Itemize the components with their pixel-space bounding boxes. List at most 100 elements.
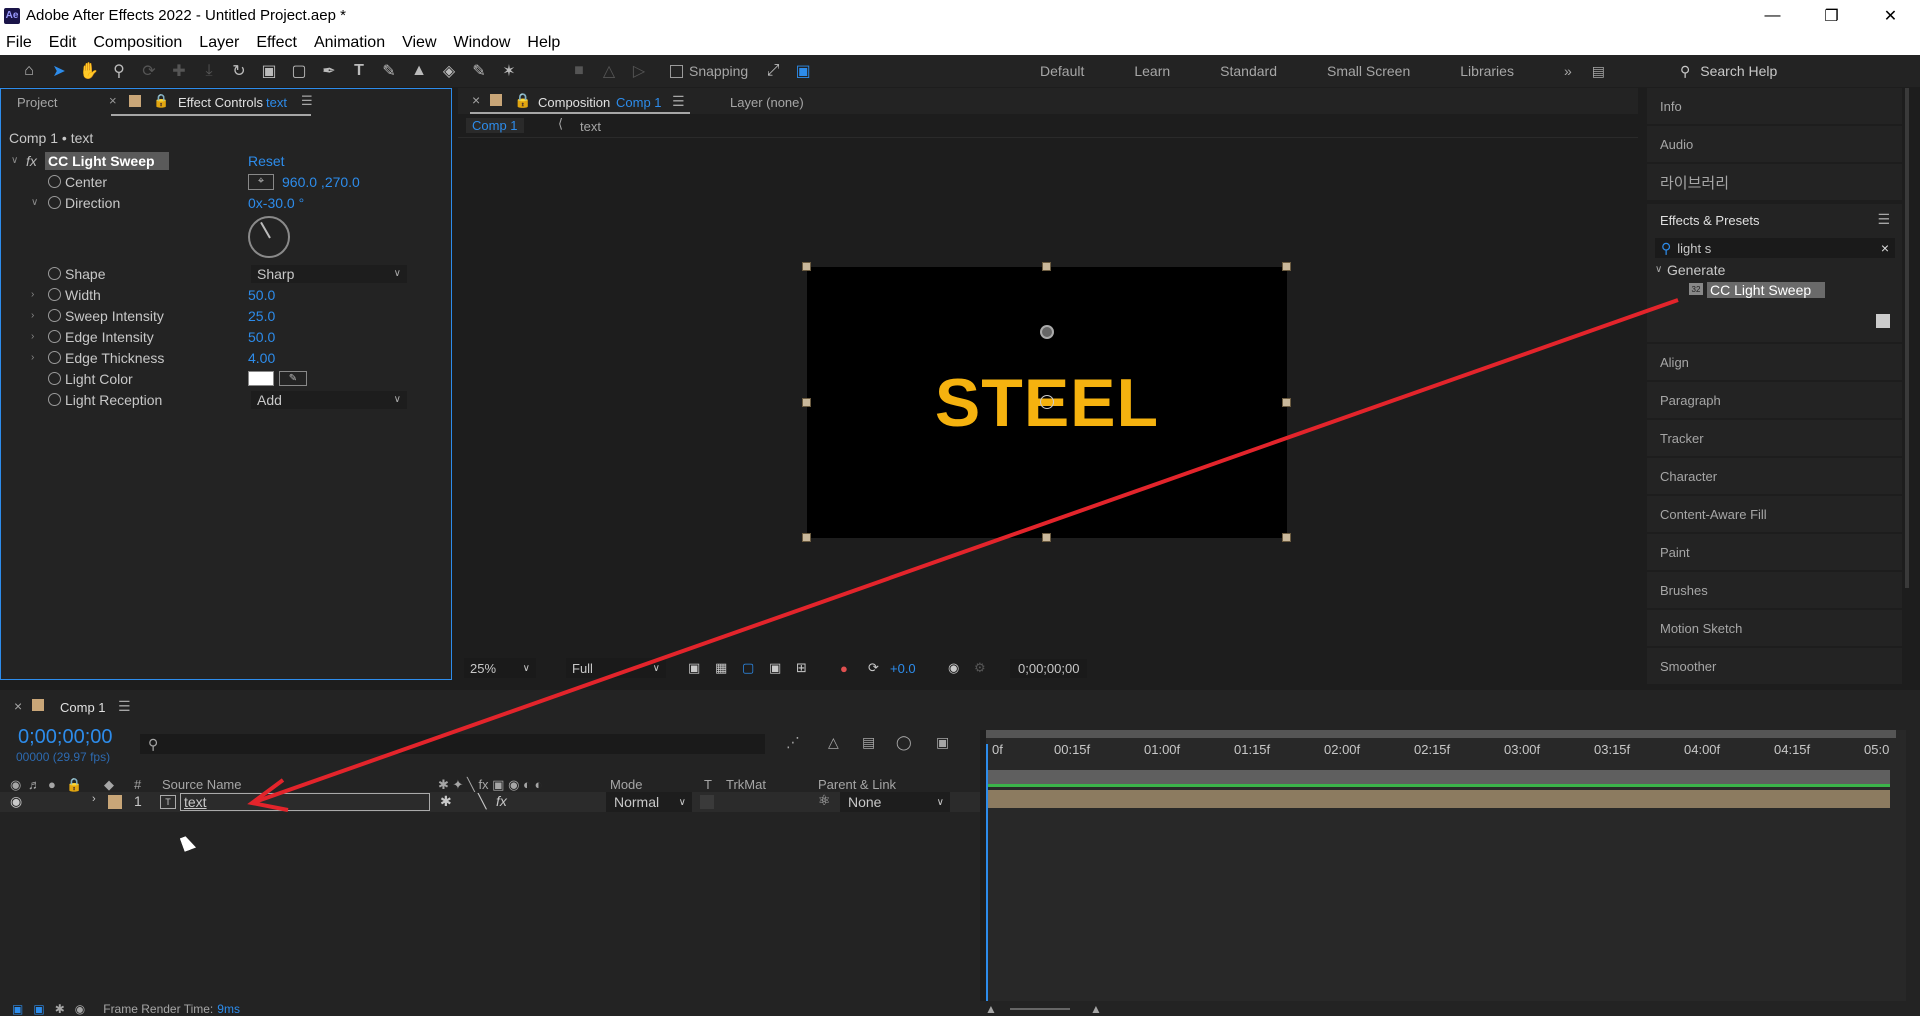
libraries-panel-header[interactable]: 라이브러리 — [1647, 164, 1902, 200]
twirl-icon[interactable]: ∨ — [31, 197, 38, 208]
stopwatch-icon[interactable] — [48, 330, 61, 343]
frame-blending-icon[interactable]: ◯ — [896, 734, 912, 751]
transform-handle[interactable] — [1042, 533, 1051, 542]
panel-menu-icon[interactable]: ☰ — [1877, 211, 1890, 228]
rectangle-tool-icon[interactable]: ▢ — [284, 58, 314, 84]
brushes-panel-header[interactable]: Brushes — [1647, 572, 1902, 608]
stopwatch-icon[interactable] — [48, 267, 61, 280]
roto-brush-tool-icon[interactable]: ✎ — [464, 58, 494, 84]
label-icon[interactable]: ◆ — [104, 777, 114, 793]
transform-handle[interactable] — [1282, 533, 1291, 542]
more-workspaces-icon[interactable]: » — [1564, 63, 1572, 79]
quality-icon[interactable]: ╲ — [478, 793, 486, 810]
brush-tool-icon[interactable]: ✎ — [374, 58, 404, 84]
switches-toggle-icon[interactable]: ▣ — [33, 1002, 44, 1016]
preserve-transparency-checkbox[interactable] — [700, 795, 714, 809]
reset-link[interactable]: Reset — [248, 153, 285, 169]
transform-handle[interactable] — [1282, 262, 1291, 271]
menu-composition[interactable]: Composition — [93, 34, 182, 52]
tab-effect-controls[interactable]: Effect Controls — [178, 95, 263, 110]
tab-timeline-comp[interactable]: Comp 1 — [60, 700, 106, 715]
clone-stamp-tool-icon[interactable]: ▲ — [404, 58, 434, 84]
composition-mini-flowchart-icon[interactable]: ⋰ — [786, 734, 800, 751]
lock-icon[interactable]: 🔒 — [66, 777, 82, 793]
tab-composition[interactable]: Composition — [538, 95, 610, 110]
grid-guides-icon[interactable]: ⊞ — [796, 660, 807, 676]
mask-visibility-icon[interactable]: ▢ — [742, 660, 754, 676]
eye-icon[interactable]: ◉ — [10, 793, 22, 810]
close-button[interactable]: ✕ — [1861, 0, 1920, 31]
light-color-swatch[interactable] — [248, 371, 274, 386]
effect-name[interactable]: CC Light Sweep — [45, 151, 169, 170]
menu-edit[interactable]: Edit — [49, 34, 77, 52]
twirl-icon[interactable]: ∨ — [1655, 264, 1662, 275]
collapse-transform-icon[interactable]: ✱ — [440, 793, 452, 810]
col-source-name[interactable]: Source Name — [162, 777, 241, 792]
world-axis-icon[interactable]: △ — [594, 58, 624, 84]
minimize-button[interactable]: — — [1743, 0, 1802, 31]
view-axis-icon[interactable]: ▷ — [624, 58, 654, 84]
transform-handle[interactable] — [1282, 398, 1291, 407]
direction-dial[interactable] — [248, 216, 290, 258]
param-center-value[interactable]: 960.0 ,270.0 — [282, 174, 360, 190]
stopwatch-icon[interactable] — [48, 309, 61, 322]
rotation-tool-icon[interactable]: ↻ — [224, 58, 254, 84]
scrollbar[interactable] — [1905, 88, 1909, 588]
show-snapshot-icon[interactable]: ⚙ — [974, 660, 986, 676]
local-axis-icon[interactable]: ■ — [564, 58, 594, 84]
pan-camera-icon[interactable]: ✚ — [164, 58, 194, 84]
eye-icon[interactable]: ◉ — [10, 777, 21, 793]
draft-3d-icon[interactable]: △ — [828, 734, 839, 751]
light-reception-dropdown[interactable]: Add ∨ — [251, 390, 407, 409]
eraser-tool-icon[interactable]: ◈ — [434, 58, 464, 84]
stopwatch-icon[interactable] — [48, 288, 61, 301]
cc-light-sweep-effect[interactable]: CC Light Sweep — [1707, 282, 1826, 298]
selection-tool-icon[interactable]: ➤ — [44, 58, 74, 84]
blend-mode-dropdown[interactable]: Normal ∨ — [606, 792, 692, 812]
stopwatch-icon[interactable] — [48, 351, 61, 364]
breadcrumb-layer[interactable]: text — [580, 119, 601, 134]
puppet-pin-tool-icon[interactable]: ✶ — [494, 58, 524, 84]
color-management-icon[interactable]: ⟳ — [868, 660, 879, 676]
smoother-panel-header[interactable]: Smoother — [1647, 648, 1902, 684]
param-direction-value[interactable]: 0x-30.0 ° — [248, 195, 304, 211]
panel-menu-icon[interactable]: ☰ — [672, 93, 685, 110]
parent-dropdown[interactable]: None ∨ — [840, 792, 950, 812]
transform-handle[interactable] — [1042, 262, 1051, 271]
workspace-learn[interactable]: Learn — [1134, 63, 1170, 79]
layer-name[interactable]: text — [184, 794, 207, 810]
menu-animation[interactable]: Animation — [314, 34, 385, 52]
transform-handle[interactable] — [802, 262, 811, 271]
zoom-dropdown[interactable]: 25% ∨ — [464, 658, 536, 678]
generate-category[interactable]: Generate — [1667, 262, 1725, 278]
viewer-timecode[interactable]: 0;00;00;00 — [1010, 658, 1088, 678]
current-timecode[interactable]: 0;00;00;00 — [18, 726, 113, 749]
audio-panel-header[interactable]: Audio — [1647, 126, 1902, 162]
graph-editor-icon[interactable]: ▣ — [936, 734, 949, 751]
pan-behind-tool-icon[interactable]: ▣ — [254, 58, 284, 84]
stopwatch-icon[interactable] — [48, 393, 61, 406]
twirl-icon[interactable]: › — [92, 793, 96, 805]
home-icon[interactable]: ⌂ — [14, 58, 44, 84]
shape-dropdown[interactable]: Sharp ∨ — [251, 264, 407, 283]
effects-search-input[interactable]: ⚲ light s × — [1655, 238, 1895, 258]
fast-previews-icon[interactable]: ▣ — [688, 660, 700, 676]
layer-row[interactable]: ◉ › 1 T text ✱ ╲ fx Normal ∨ ⚛ None ∨ — [0, 792, 980, 812]
dolly-camera-icon[interactable]: ⤓ — [194, 58, 224, 84]
new-folder-icon[interactable] — [1876, 314, 1890, 328]
transform-handle[interactable] — [802, 398, 811, 407]
param-edge-intensity-value[interactable]: 50.0 — [248, 329, 275, 345]
stopwatch-icon[interactable] — [48, 196, 61, 209]
modes-toggle-icon[interactable]: ✱ — [55, 1002, 65, 1016]
zoom-out-icon[interactable]: ▲ — [985, 1002, 997, 1016]
stopwatch-icon[interactable] — [48, 372, 61, 385]
info-panel-header[interactable]: Info — [1647, 88, 1902, 124]
pick-whip-icon[interactable]: ⚛ — [818, 792, 831, 809]
lock-icon[interactable]: 🔒 — [514, 92, 531, 109]
orbit-camera-icon[interactable]: ⟳ — [134, 58, 164, 84]
snapshot-icon[interactable]: ◉ — [948, 660, 959, 676]
tab-project[interactable]: Project — [17, 95, 57, 110]
render-toggle-icon[interactable]: ▣ — [12, 1002, 23, 1016]
workspace-libraries[interactable]: Libraries — [1460, 63, 1514, 79]
type-tool-icon[interactable]: T — [344, 58, 374, 84]
